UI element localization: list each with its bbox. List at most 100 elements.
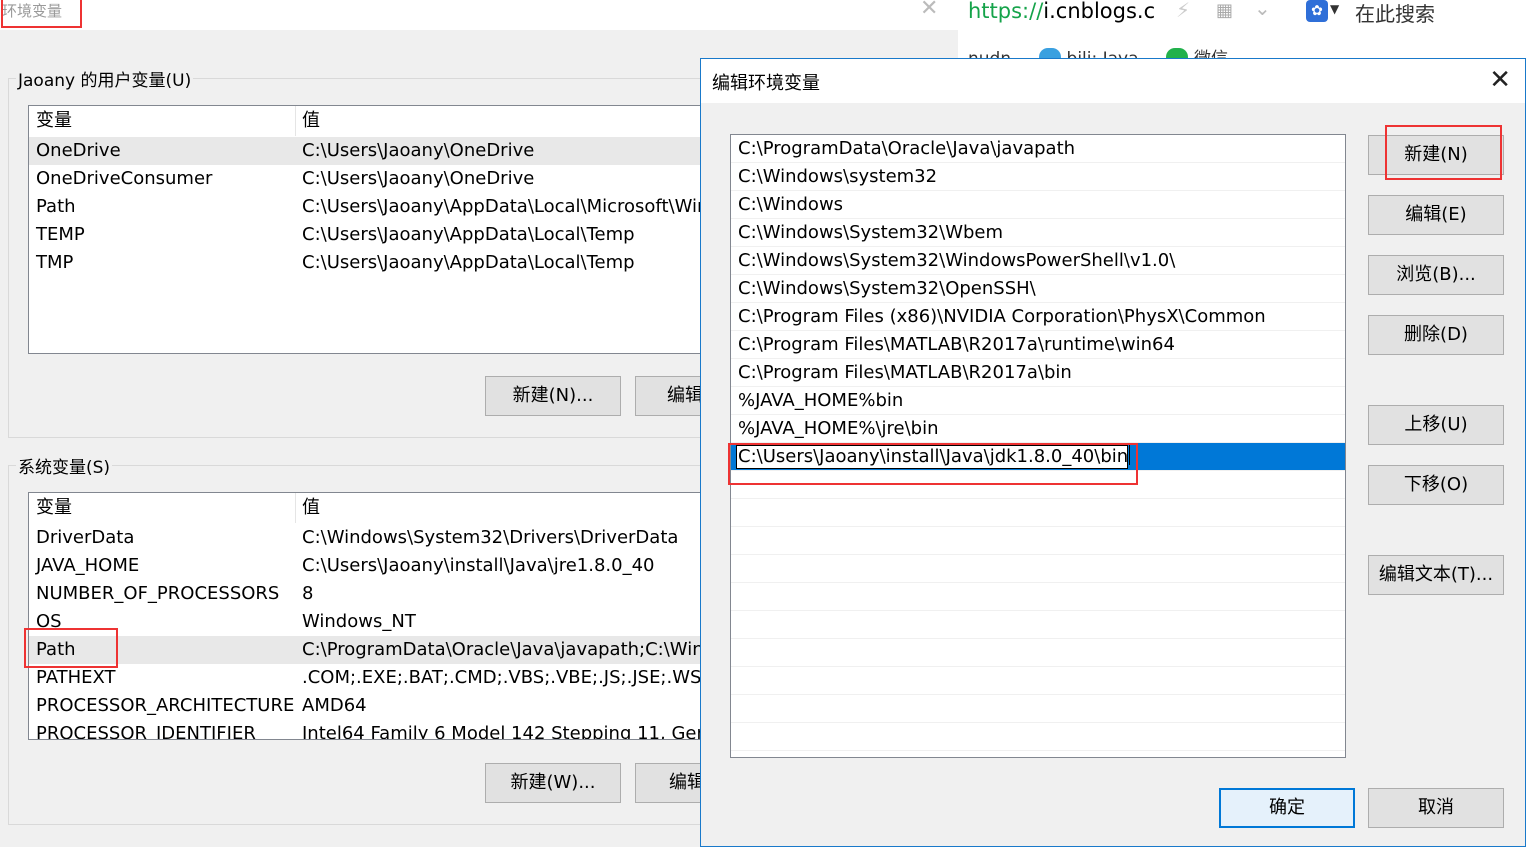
url-scheme: https:// (968, 0, 1044, 23)
table-row[interactable]: OneDriveConsumer C:\Users\Jaoany\OneDriv… (29, 165, 717, 193)
list-item[interactable]: %JAVA_HOME%bin (731, 387, 1345, 415)
list-item[interactable]: C:\Windows (731, 191, 1345, 219)
list-item[interactable] (731, 723, 1345, 751)
table-header: 变量 值 (29, 493, 717, 523)
annotation-highlight-box (1385, 125, 1502, 180)
dialog-titlebar: 编辑环境变量 ✕ (701, 59, 1525, 103)
dropdown-arrow-icon[interactable]: ▼ (1330, 2, 1339, 16)
list-item[interactable] (731, 695, 1345, 723)
annotation-highlight-box (1, 0, 82, 28)
list-item[interactable]: C:\Windows\System32\WindowsPowerShell\v1… (731, 247, 1345, 275)
variable-name: NUMBER_OF_PROCESSORS (36, 583, 280, 604)
user-variables-table[interactable]: 变量 值 OneDrive C:\Users\Jaoany\OneDrive O… (28, 105, 718, 354)
table-row[interactable]: Path C:\ProgramData\Oracle\Java\javapath… (29, 636, 717, 664)
list-item[interactable]: C:\Program Files\MATLAB\R2017a\runtime\w… (731, 331, 1345, 359)
annotation-highlight-box (24, 628, 118, 668)
path-entry-text: C:\Windows\System32\Wbem (738, 222, 1004, 243)
cancel-button[interactable]: 取消 (1368, 788, 1504, 828)
table-row[interactable]: Path C:\Users\Jaoany\AppData\Local\Micro… (29, 193, 717, 221)
variable-name: PATHEXT (36, 667, 116, 688)
browser-toolbar: https://i.cnblogs.c ⚡ ▦ ⌄ ✿ ▼ 在此搜索 nudn … (958, 0, 1526, 60)
search-input[interactable]: 在此搜索 (1355, 0, 1435, 27)
list-item[interactable] (731, 611, 1345, 639)
table-row[interactable]: PATHEXT .COM;.EXE;.BAT;.CMD;.VBS;.VBE;.J… (29, 664, 717, 692)
variable-name: Path (36, 196, 76, 217)
list-item[interactable]: C:\Windows\System32\Wbem (731, 219, 1345, 247)
move-up-button[interactable]: 上移(U) (1368, 405, 1504, 445)
lightning-icon[interactable]: ⚡ (1176, 0, 1190, 22)
table-row[interactable]: TEMP C:\Users\Jaoany\AppData\Local\Temp (29, 221, 717, 249)
variable-value: Windows_NT (302, 611, 416, 632)
annotation-highlight-box (728, 443, 1138, 485)
list-item[interactable]: C:\Program Files (x86)\NVIDIA Corporatio… (731, 303, 1345, 331)
chevron-down-icon[interactable]: ⌄ (1254, 0, 1271, 20)
variable-name: TEMP (36, 224, 85, 245)
table-row[interactable]: PROCESSOR_IDENTIFIER Intel64 Family 6 Mo… (29, 720, 717, 739)
variable-value: C:\Users\Jaoany\AppData\Local\Microsoft\… (302, 196, 709, 217)
edit-text-button[interactable]: 编辑文本(T)... (1368, 555, 1504, 595)
browse-button[interactable]: 浏览(B)... (1368, 255, 1504, 295)
address-bar[interactable]: https://i.cnblogs.c (968, 0, 1155, 23)
list-item[interactable]: C:\Windows\System32\OpenSSH\ (731, 275, 1345, 303)
path-entry-text: %JAVA_HOME%\jre\bin (738, 418, 939, 439)
column-header-value[interactable]: 值 (302, 106, 320, 136)
variable-value: 8 (302, 583, 314, 604)
list-item[interactable]: C:\Program Files\MATLAB\R2017a\bin (731, 359, 1345, 387)
table-row[interactable]: JAVA_HOME C:\Users\Jaoany\install\Java\j… (29, 552, 717, 580)
list-item[interactable] (731, 555, 1345, 583)
table-row[interactable]: OS Windows_NT (29, 608, 717, 636)
list-item[interactable] (731, 639, 1345, 667)
user-new-button[interactable]: 新建(N)... (485, 376, 621, 416)
variable-name: DriverData (36, 527, 135, 548)
table-header: 变量 值 (29, 106, 717, 136)
list-item[interactable]: %JAVA_HOME%\jre\bin (731, 415, 1345, 443)
table-row[interactable]: NUMBER_OF_PROCESSORS 8 (29, 580, 717, 608)
variable-name: OneDrive (36, 140, 121, 161)
env-window-titlebar: 环境变量 ✕ (0, 0, 958, 30)
baidu-paw-icon[interactable]: ✿ (1306, 0, 1328, 22)
column-header-value[interactable]: 值 (302, 493, 320, 523)
variable-value: .COM;.EXE;.BAT;.CMD;.VBS;.VBE;.JS;.JSE;.… (302, 667, 718, 688)
qr-code-icon[interactable]: ▦ (1216, 0, 1233, 21)
variable-name: PROCESSOR_ARCHITECTURE (36, 695, 295, 716)
path-entry-text: C:\ProgramData\Oracle\Java\javapath (738, 138, 1076, 159)
ok-button[interactable]: 确定 (1219, 788, 1355, 828)
path-entry-text: C:\Windows (738, 194, 844, 215)
column-header-variable[interactable]: 变量 (36, 493, 72, 523)
variable-value: C:\Windows\System32\Drivers\DriverData (302, 527, 679, 548)
system-new-button[interactable]: 新建(W)... (485, 763, 621, 803)
table-row[interactable]: TMP C:\Users\Jaoany\AppData\Local\Temp (29, 249, 717, 277)
path-entry-text: C:\Windows\System32\OpenSSH\ (738, 278, 1036, 299)
variable-name: OneDriveConsumer (36, 168, 213, 189)
table-row[interactable]: DriverData C:\Windows\System32\Drivers\D… (29, 524, 717, 552)
url-host: i.cnblogs.c (1043, 0, 1156, 23)
edit-button[interactable]: 编辑(E) (1368, 195, 1504, 235)
list-item[interactable] (731, 583, 1345, 611)
variable-value: C:\ProgramData\Oracle\Java\javapath;C:\W… (302, 639, 716, 660)
column-header-variable[interactable]: 变量 (36, 106, 72, 136)
path-entry-text: C:\Program Files\MATLAB\R2017a\runtime\w… (738, 334, 1175, 355)
list-item[interactable] (731, 667, 1345, 695)
list-item[interactable] (731, 499, 1345, 527)
list-item[interactable]: C:\Windows\system32 (731, 163, 1345, 191)
column-divider[interactable] (295, 106, 296, 136)
column-divider[interactable] (295, 493, 296, 523)
user-variables-label: Jaoany 的用户变量(U) (16, 66, 194, 91)
delete-button[interactable]: 删除(D) (1368, 315, 1504, 355)
close-icon[interactable]: ✕ (1489, 65, 1511, 95)
path-entry-text: C:\Windows\system32 (738, 166, 938, 187)
variable-value: AMD64 (302, 695, 367, 716)
path-entry-text: C:\Program Files\MATLAB\R2017a\bin (738, 362, 1072, 383)
system-variables-table[interactable]: 变量 值 DriverData C:\Windows\System32\Driv… (28, 492, 718, 740)
close-icon[interactable]: ✕ (920, 0, 938, 21)
variable-value: C:\Users\Jaoany\AppData\Local\Temp (302, 224, 635, 245)
table-row[interactable]: OneDrive C:\Users\Jaoany\OneDrive (29, 137, 717, 165)
list-item[interactable] (731, 527, 1345, 555)
move-down-button[interactable]: 下移(O) (1368, 465, 1504, 505)
list-item[interactable]: C:\ProgramData\Oracle\Java\javapath (731, 135, 1345, 163)
variable-name: JAVA_HOME (36, 555, 140, 576)
path-entry-text: %JAVA_HOME%bin (738, 390, 904, 411)
variable-value: C:\Users\Jaoany\AppData\Local\Temp (302, 252, 635, 273)
path-entry-text: C:\Program Files (x86)\NVIDIA Corporatio… (738, 306, 1266, 327)
table-row[interactable]: PROCESSOR_ARCHITECTURE AMD64 (29, 692, 717, 720)
